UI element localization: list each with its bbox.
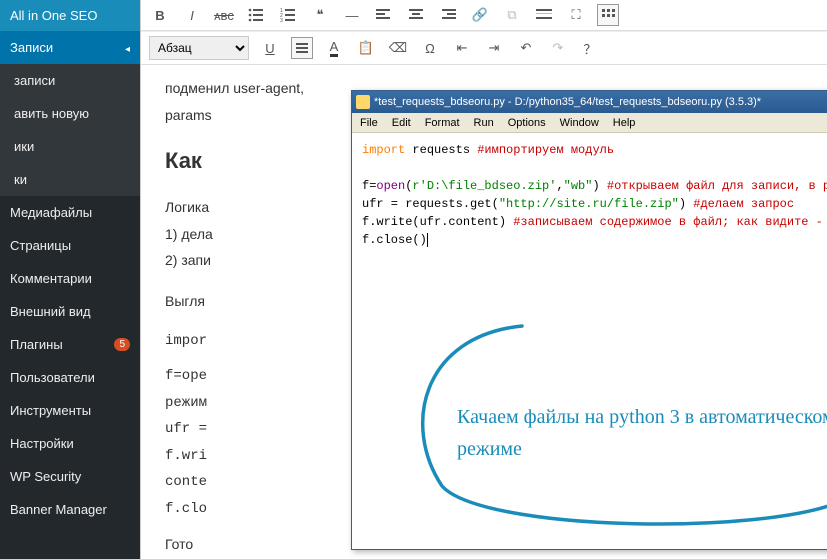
fullscreen-button[interactable]: ⛶ [565, 4, 587, 26]
more-button[interactable] [533, 4, 555, 26]
idle-title-text: *test_requests_bdseoru.py - D:/python35_… [374, 96, 827, 108]
editor-toolbar-row2: Абзац U A 📋 ⌫ Ω ⇤ ⇥ ↶ ↷ ？ [141, 31, 827, 65]
python-icon [356, 95, 370, 109]
toolbar-toggle-button[interactable] [597, 4, 619, 26]
sidebar-item-appearance[interactable]: Внешний вид [0, 295, 140, 328]
redo-button[interactable]: ↷ [547, 37, 569, 59]
update-badge: 5 [114, 338, 130, 351]
sidebar-item-posts[interactable]: Записи [0, 31, 140, 64]
sidebar-item-tools[interactable]: Инструменты [0, 394, 140, 427]
editor-toolbar-row1: B I ᴀʙᴄ 123 ❝ — 🔗 ⧉ ⛶ [141, 0, 827, 31]
menu-edit[interactable]: Edit [392, 117, 411, 129]
unlink-button[interactable]: ⧉ [501, 4, 523, 26]
paste-text-button[interactable]: 📋 [355, 37, 377, 59]
sidebar-subitem-categories[interactable]: ики [0, 130, 140, 163]
justify-button[interactable] [291, 37, 313, 59]
menu-format[interactable]: Format [425, 117, 460, 129]
align-center-button[interactable] [405, 4, 427, 26]
italic-button[interactable]: I [181, 4, 203, 26]
menu-window[interactable]: Window [560, 117, 599, 129]
hr-button[interactable]: — [341, 4, 363, 26]
number-list-button[interactable]: 123 [277, 4, 299, 26]
text-color-button[interactable]: A [323, 37, 345, 59]
strike-button[interactable]: ᴀʙᴄ [213, 4, 235, 26]
wp-admin-sidebar: All in One SEO Записи записи авить новую… [0, 0, 140, 559]
idle-window: *test_requests_bdseoru.py - D:/python35_… [351, 90, 827, 550]
indent-button[interactable]: ⇥ [483, 37, 505, 59]
idle-titlebar[interactable]: *test_requests_bdseoru.py - D:/python35_… [352, 91, 827, 113]
sidebar-item-pages[interactable]: Страницы [0, 229, 140, 262]
sidebar-subitem-all-posts[interactable]: записи [0, 64, 140, 97]
clear-format-button[interactable]: ⌫ [387, 37, 409, 59]
sidebar-subitem-tags[interactable]: ки [0, 163, 140, 196]
sidebar-item-settings[interactable]: Настройки [0, 427, 140, 460]
chevron-left-icon [125, 40, 130, 55]
menu-file[interactable]: File [360, 117, 378, 129]
menu-run[interactable]: Run [474, 117, 494, 129]
idle-menubar: File Edit Format Run Options Window Help [352, 113, 827, 133]
idle-code-area[interactable]: import requests #импортируем модуль f=op… [352, 133, 827, 257]
svg-text:3: 3 [280, 18, 283, 23]
bullet-list-button[interactable] [245, 4, 267, 26]
sidebar-item-media[interactable]: Медиафайлы [0, 196, 140, 229]
menu-options[interactable]: Options [508, 117, 546, 129]
help-button[interactable]: ？ [579, 37, 601, 59]
menu-help[interactable]: Help [613, 117, 636, 129]
sidebar-item-comments[interactable]: Комментарии [0, 262, 140, 295]
align-right-button[interactable] [437, 4, 459, 26]
underline-button[interactable]: U [259, 37, 281, 59]
editor-main: B I ᴀʙᴄ 123 ❝ — 🔗 ⧉ ⛶ Абзац U A 📋 ⌫ Ω ⇤ … [140, 0, 827, 559]
align-left-button[interactable] [373, 4, 395, 26]
annotation-text: Качаем файлы на python 3 в автоматическо… [457, 401, 827, 465]
text-cursor [427, 233, 428, 247]
block-format-select[interactable]: Абзац [149, 36, 249, 60]
sidebar-item-wpsecurity[interactable]: WP Security [0, 460, 140, 493]
sidebar-item-users[interactable]: Пользователи [0, 361, 140, 394]
bold-button[interactable]: B [149, 4, 171, 26]
sidebar-subitem-add-new[interactable]: авить новую [0, 97, 140, 130]
sidebar-item-plugins[interactable]: Плагины5 [0, 328, 140, 361]
outdent-button[interactable]: ⇤ [451, 37, 473, 59]
undo-button[interactable]: ↶ [515, 37, 537, 59]
sidebar-item-bannermanager[interactable]: Banner Manager [0, 493, 140, 526]
plugin-brand: All in One SEO [0, 0, 140, 31]
link-button[interactable]: 🔗 [469, 4, 491, 26]
special-char-button[interactable]: Ω [419, 37, 441, 59]
quote-button[interactable]: ❝ [309, 4, 331, 26]
